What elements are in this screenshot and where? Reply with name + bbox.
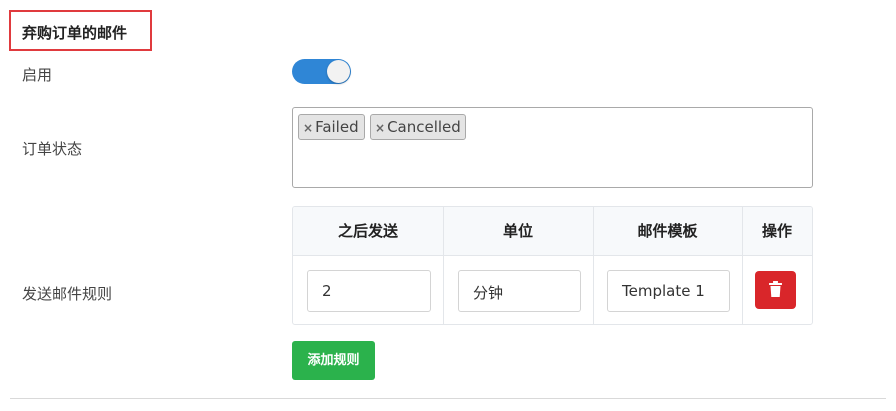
order-status-label: 订单状态 [22, 140, 83, 158]
column-divider [593, 207, 594, 324]
unit-select[interactable]: 分钟 [458, 270, 581, 312]
section-title: 弃购订单的邮件 [9, 10, 152, 51]
enable-label: 启用 [22, 66, 53, 84]
header-email-template: 邮件模板 [637, 222, 698, 240]
add-rule-button[interactable]: 添加规则 [292, 341, 375, 380]
trash-icon [769, 281, 782, 297]
template-select[interactable]: Template 1 [607, 270, 730, 312]
enable-toggle[interactable] [292, 59, 351, 84]
order-status-multiselect[interactable]: × Failed × Cancelled [292, 107, 813, 188]
toggle-knob [327, 60, 350, 83]
status-tag-text: Cancelled [387, 118, 461, 136]
status-tag-failed: × Failed [298, 114, 365, 140]
send-after-input[interactable]: 2 [307, 270, 431, 312]
status-tag-cancelled: × Cancelled [370, 114, 466, 140]
remove-tag-icon[interactable]: × [375, 121, 385, 135]
column-divider [742, 207, 743, 324]
header-send-after: 之后发送 [337, 222, 398, 240]
table-header: 之后发送 单位 邮件模板 操作 [293, 207, 812, 256]
header-unit: 单位 [502, 222, 533, 240]
header-actions: 操作 [761, 222, 792, 240]
send-rules-label: 发送邮件规则 [22, 285, 113, 303]
remove-tag-icon[interactable]: × [303, 121, 313, 135]
status-tag-text: Failed [315, 118, 359, 136]
abandoned-cart-email-panel: 弃购订单的邮件 启用 订单状态 × Failed × Cancelled 发送邮件规… [0, 0, 896, 411]
rules-table: 之后发送 单位 邮件模板 操作 2 分钟 Template 1 [292, 206, 813, 325]
column-divider [443, 207, 444, 324]
delete-rule-button[interactable] [755, 271, 796, 309]
divider [10, 398, 886, 399]
